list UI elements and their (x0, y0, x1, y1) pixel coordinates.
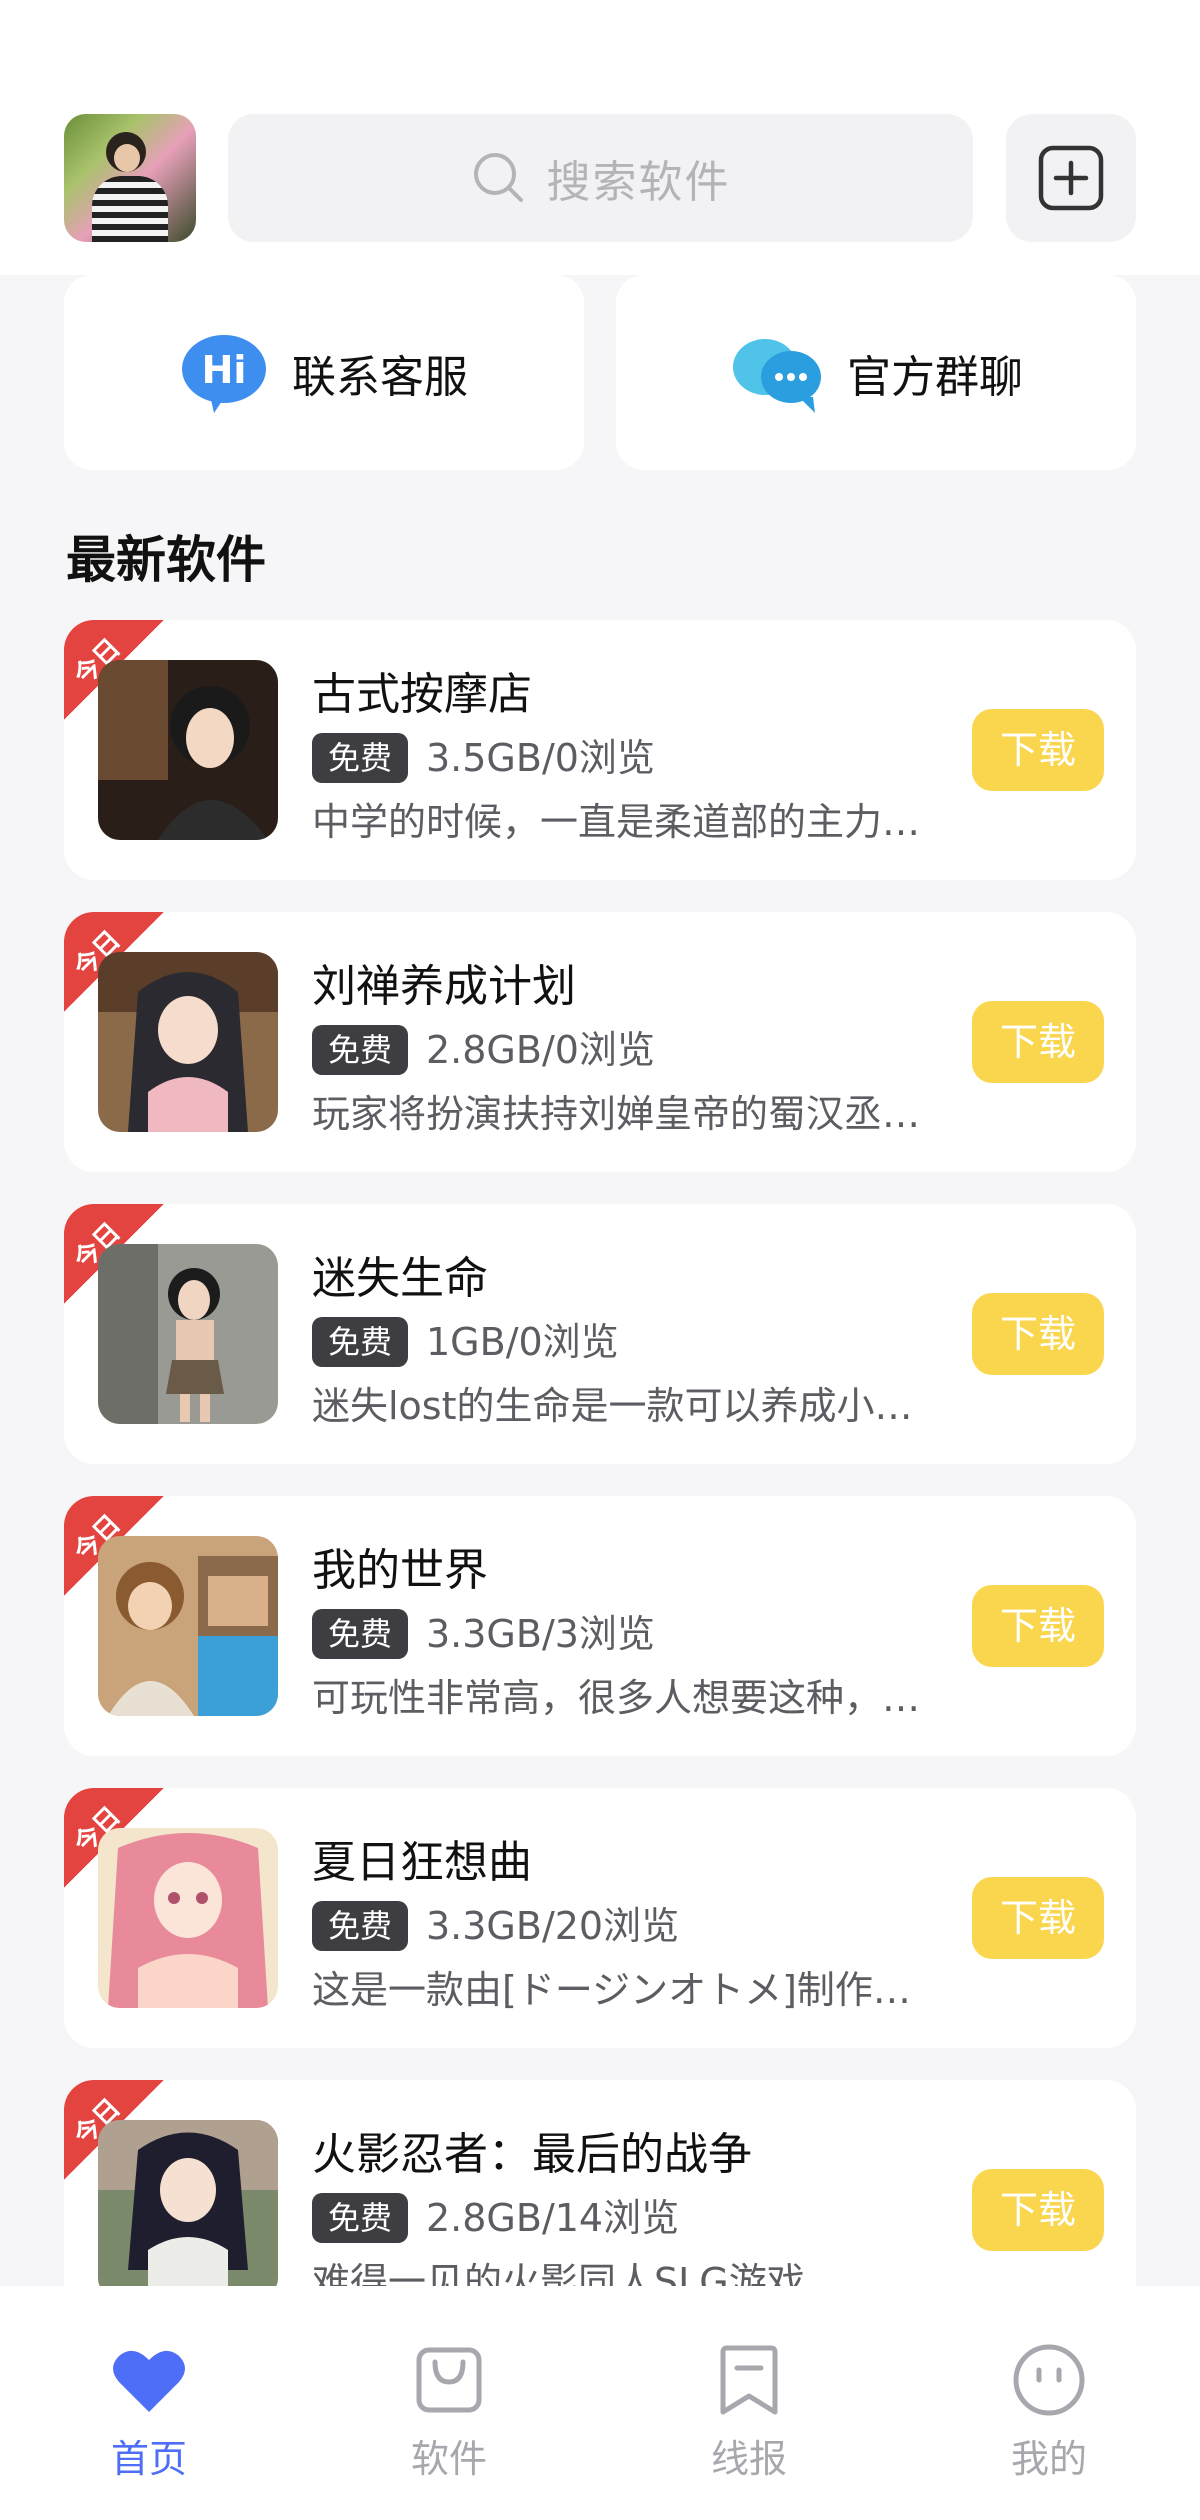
app-meta: 3.3GB/20浏览 (426, 1904, 680, 1948)
tab-software[interactable]: 软件 (374, 2340, 524, 2483)
tab-label: 软件 (410, 2437, 487, 2481)
search-icon (473, 153, 523, 202)
app-title: 我的世界 (312, 1545, 488, 1596)
tab-news[interactable]: 线报 (674, 2340, 824, 2483)
app-description: 中学的时候，一直是柔道部的主力… (312, 800, 921, 844)
download-button[interactable]: 下载 (972, 1877, 1104, 1959)
app-title: 夏日狂想曲 (312, 1837, 532, 1888)
section-title: 最新软件 (66, 531, 266, 589)
avatar[interactable] (64, 114, 196, 242)
app-title: 古式按摩店 (312, 669, 532, 720)
tab-mine[interactable]: 我的 (974, 2340, 1124, 2483)
download-button[interactable]: 下载 (972, 1585, 1104, 1667)
app-description: 迷失lost的生命是一款可以养成小… (312, 1384, 913, 1428)
app-thumbnail (98, 2120, 278, 2300)
face-icon (1013, 2344, 1085, 2416)
app-meta: 1GB/0浏览 (426, 1320, 619, 1364)
add-button[interactable] (1006, 114, 1136, 242)
app-thumbnail (98, 1244, 278, 1424)
download-button[interactable]: 下载 (972, 1293, 1104, 1375)
plus-square-icon (1038, 145, 1104, 211)
app-title: 迷失生命 (312, 1253, 488, 1304)
download-button[interactable]: 下载 (972, 709, 1104, 791)
free-tag: 免费 (312, 1609, 409, 1659)
free-tag: 免费 (312, 733, 409, 783)
app-thumbnail (98, 1828, 278, 2008)
svg-text:Hi: Hi (202, 348, 247, 392)
contact-service-button[interactable]: Hi 联系客服 (64, 275, 584, 470)
app-title: 刘禅养成计划 (312, 961, 576, 1012)
search-input[interactable]: 搜索软件 (228, 114, 973, 242)
hi-chat-bubble-icon: Hi (182, 334, 266, 413)
app-thumbnail (98, 952, 278, 1132)
list-item[interactable]: 今日 迷失生命 免费 1GB/0浏览 迷失lost的生命是一款可以养成小… 下载 (64, 1204, 1136, 1464)
bag-icon (416, 2347, 482, 2413)
heart-icon (113, 2350, 185, 2412)
free-tag: 免费 (312, 1317, 409, 1367)
list-item[interactable]: 今日 刘禅养成计划 免费 2.8GB/0浏览 玩家将扮演扶持刘婵皇帝的蜀汉丞… … (64, 912, 1136, 1172)
app-description: 玩家将扮演扶持刘婵皇帝的蜀汉丞… (312, 1092, 921, 1136)
tab-home[interactable]: 首页 (74, 2340, 224, 2483)
app-meta: 3.3GB/3浏览 (426, 1612, 655, 1656)
search-placeholder: 搜索软件 (546, 157, 731, 208)
official-group-chat-button[interactable]: 官方群聊 (616, 275, 1136, 470)
app-thumbnail (98, 1536, 278, 1716)
app-meta: 3.5GB/0浏览 (426, 736, 655, 780)
bookmark-icon (720, 2345, 778, 2415)
list-item[interactable]: 今日 我的世界 免费 3.3GB/3浏览 可玩性非常高，很多人想要这种，… 下载 (64, 1496, 1136, 1756)
group-chat-bubbles-icon (733, 338, 821, 413)
free-tag: 免费 (312, 1901, 409, 1951)
free-tag: 免费 (312, 1025, 409, 1075)
app-description: 这是一款由[ドージンオトメ]制作… (312, 1968, 911, 2012)
tab-label: 线报 (710, 2437, 787, 2481)
free-tag: 免费 (312, 2193, 409, 2243)
tab-label: 我的 (1010, 2437, 1087, 2481)
contact-service-label: 联系客服 (292, 351, 468, 403)
list-item[interactable]: 今日 夏日狂想曲 免费 3.3GB/20浏览 这是一款由[ドージンオトメ]制作…… (64, 1788, 1136, 2048)
app-description: 可玩性非常高，很多人想要这种，… (312, 1676, 921, 1720)
tab-label: 首页 (110, 2437, 187, 2481)
app-thumbnail (98, 660, 278, 840)
list-item[interactable]: 今日 古式按摩店 免费 3.5GB/0浏览 中学的时候，一直是柔道部的主力… 下… (64, 620, 1136, 880)
official-group-chat-label: 官方群聊 (847, 351, 1023, 403)
app-meta: 2.8GB/0浏览 (426, 1028, 655, 1072)
app-title: 火影忍者：最后的战争 (312, 2129, 752, 2180)
top-header: 搜索软件 (0, 0, 1200, 275)
download-button[interactable]: 下载 (972, 2169, 1104, 2251)
app-meta: 2.8GB/14浏览 (426, 2196, 680, 2240)
download-button[interactable]: 下载 (972, 1001, 1104, 1083)
